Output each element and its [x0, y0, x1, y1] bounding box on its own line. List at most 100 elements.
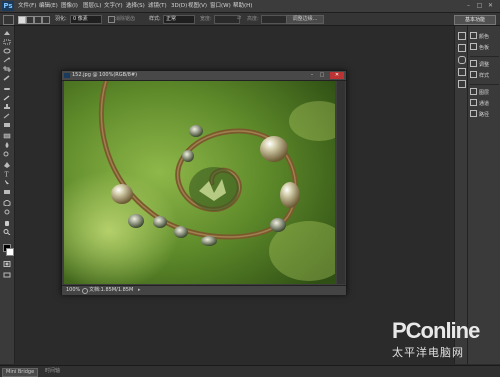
menu-edit[interactable]: 编辑(E) — [39, 2, 58, 10]
quick-select-tool-icon[interactable] — [3, 57, 11, 63]
panel-dock-strip — [454, 26, 467, 364]
marquee-tool-preset-icon[interactable] — [3, 15, 14, 25]
menu-file[interactable]: 文件(F) — [18, 2, 36, 10]
water-droplet — [260, 136, 288, 162]
layers-icon — [470, 88, 477, 95]
quick-mask-icon[interactable] — [3, 261, 11, 267]
lasso-tool-icon[interactable] — [3, 48, 11, 54]
move-tool-icon[interactable] — [3, 30, 11, 36]
type-tool-icon[interactable]: T — [3, 171, 11, 178]
properties-panel-icon[interactable] — [458, 44, 466, 52]
document-title: 152.jpg @ 100%(RGB/8#) — [72, 72, 138, 78]
bottom-panel-bar: Mini Bridge 时间轴 — [0, 365, 500, 377]
width-label: 宽度: — [200, 16, 212, 22]
document-close-icon[interactable]: ✕ — [330, 72, 344, 79]
menu-3d[interactable]: 3D(D) — [171, 2, 187, 10]
close-icon[interactable]: ✕ — [486, 2, 495, 10]
tab-timeline[interactable]: 时间轴 — [42, 368, 63, 375]
water-droplet — [201, 236, 217, 246]
gradient-tool-icon[interactable] — [3, 133, 11, 139]
history-brush-tool-icon[interactable] — [3, 113, 11, 119]
styles-icon — [470, 71, 477, 78]
3d-tool-icon[interactable] — [3, 200, 11, 206]
path-selection-tool-icon[interactable] — [3, 180, 11, 186]
feather-input[interactable]: 0 像素 — [70, 15, 102, 24]
image-canvas[interactable] — [64, 81, 335, 284]
history-panel-icon[interactable] — [458, 32, 466, 40]
subtract-selection-icon[interactable] — [34, 16, 42, 24]
eraser-tool-icon[interactable] — [3, 122, 11, 128]
paths-icon — [470, 110, 477, 117]
menu-window[interactable]: 窗口(W) — [210, 2, 231, 10]
screen-mode-icon[interactable] — [3, 272, 11, 278]
vertical-scrollbar[interactable] — [337, 81, 345, 284]
brush-panel-icon[interactable] — [458, 56, 466, 64]
water-droplet — [270, 218, 286, 232]
panel-styles[interactable]: 样式 — [470, 71, 500, 80]
document-window: 152.jpg @ 100%(RGB/8#) – □ ✕ 100% 文档:1.8… — [61, 70, 347, 295]
adjustments-icon — [470, 60, 477, 67]
document-maximize-icon[interactable]: □ — [318, 72, 326, 79]
marquee-tool-icon[interactable] — [3, 39, 11, 45]
new-selection-icon[interactable] — [18, 16, 26, 24]
channels-icon — [470, 99, 477, 106]
panel-swatches[interactable]: 色板 — [470, 43, 500, 52]
menu-type[interactable]: 文字(Y) — [104, 2, 123, 10]
watermark-subtitle: 太平洋电脑网 — [392, 346, 464, 359]
menu-filter[interactable]: 滤镜(T) — [148, 2, 167, 10]
menu-select[interactable]: 选择(S) — [126, 2, 145, 10]
menu-layer[interactable]: 图层(L) — [83, 2, 101, 10]
tools-panel: T — [0, 26, 15, 364]
panel-color[interactable]: 颜色 — [470, 32, 500, 41]
feather-label: 羽化: — [55, 16, 67, 22]
panel-divider — [470, 84, 499, 85]
options-bar: 羽化: 0 像素 消除锯齿 样式: 正常 宽度: ⇄ 高度: 调整边缘... 基… — [0, 13, 500, 26]
panel-divider — [470, 56, 499, 57]
panel-adjustments[interactable]: 调整 — [470, 60, 500, 69]
menu-view[interactable]: 视图(V) — [188, 2, 207, 10]
water-droplet — [189, 125, 203, 137]
zoom-tool-icon[interactable] — [3, 229, 11, 235]
hand-tool-icon[interactable] — [3, 220, 11, 226]
workspace-switcher[interactable]: 基本功能 — [454, 15, 496, 25]
shape-tool-icon[interactable] — [3, 189, 11, 195]
maximize-icon[interactable]: □ — [475, 2, 484, 10]
background-color-swatch[interactable] — [6, 248, 14, 256]
antialias-checkbox[interactable] — [108, 16, 115, 23]
brush-tool-icon[interactable] — [3, 95, 11, 101]
3d-camera-tool-icon[interactable] — [3, 209, 11, 215]
add-to-selection-icon[interactable] — [26, 16, 34, 24]
clone-stamp-tool-icon[interactable] — [3, 104, 11, 110]
document-status-bar: 100% 文档:1.85M/1.85M ▸ — [62, 285, 346, 295]
refine-edge-button[interactable]: 调整边缘... — [286, 15, 324, 24]
panel-channels[interactable]: 通道 — [470, 99, 500, 108]
pen-tool-icon[interactable] — [3, 162, 11, 168]
menu-help[interactable]: 帮助(H) — [233, 2, 252, 10]
eyedropper-tool-icon[interactable] — [3, 75, 11, 81]
character-panel-icon[interactable] — [458, 68, 466, 76]
color-swatch-icon — [470, 32, 477, 39]
menu-image[interactable]: 图像(I) — [61, 2, 78, 10]
paragraph-panel-icon[interactable] — [458, 80, 466, 88]
swap-dimensions-icon[interactable]: ⇄ — [237, 16, 242, 21]
water-droplet — [111, 184, 133, 204]
water-droplet — [182, 150, 194, 162]
document-titlebar[interactable]: 152.jpg @ 100%(RGB/8#) – □ ✕ — [62, 71, 346, 81]
crop-tool-icon[interactable] — [3, 66, 11, 72]
minimize-icon[interactable]: – — [464, 2, 473, 10]
panel-paths[interactable]: 路径 — [470, 110, 500, 119]
style-select[interactable]: 正常 — [163, 15, 195, 24]
spiral-center — [189, 167, 239, 211]
intersect-selection-icon[interactable] — [42, 16, 50, 24]
zoom-level[interactable]: 100% — [66, 286, 80, 295]
document-minimize-icon[interactable]: – — [308, 72, 316, 79]
status-info-icon[interactable] — [82, 288, 88, 294]
healing-brush-tool-icon[interactable] — [3, 86, 11, 92]
height-label: 高度: — [247, 16, 259, 22]
menu-bar: Ps 文件(F) 编辑(E) 图像(I) 图层(L) 文字(Y) 选择(S) 滤… — [0, 0, 500, 13]
status-menu-arrow-icon[interactable]: ▸ — [138, 288, 141, 293]
height-input[interactable] — [261, 15, 287, 24]
dodge-tool-icon[interactable] — [3, 151, 11, 157]
blur-tool-icon[interactable] — [3, 142, 11, 148]
panel-layers[interactable]: 图层 — [470, 88, 500, 97]
